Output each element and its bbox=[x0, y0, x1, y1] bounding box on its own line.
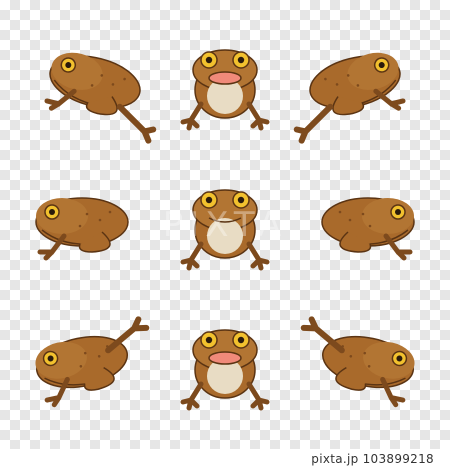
frog-sit-left bbox=[36, 198, 128, 258]
frog-jump-right bbox=[300, 316, 419, 407]
watermark-text: PIXTA bbox=[163, 205, 288, 245]
credit-id: 103899218 bbox=[362, 452, 434, 466]
frog-leap-right bbox=[293, 48, 410, 144]
frog-jump-left bbox=[31, 316, 150, 407]
frog-front-open-mouth-2 bbox=[183, 330, 267, 408]
credit-site: pixta.jp bbox=[311, 452, 359, 466]
credit-text: pixta.jp 103899218 bbox=[311, 452, 438, 466]
frog-front-open-mouth bbox=[183, 50, 267, 128]
frog-leap-left bbox=[40, 48, 157, 144]
credit-bar: pixta.jp 103899218 bbox=[0, 449, 450, 469]
frog-illustration-sheet: PIXTA bbox=[0, 0, 450, 469]
frog-sit-right bbox=[322, 198, 414, 258]
